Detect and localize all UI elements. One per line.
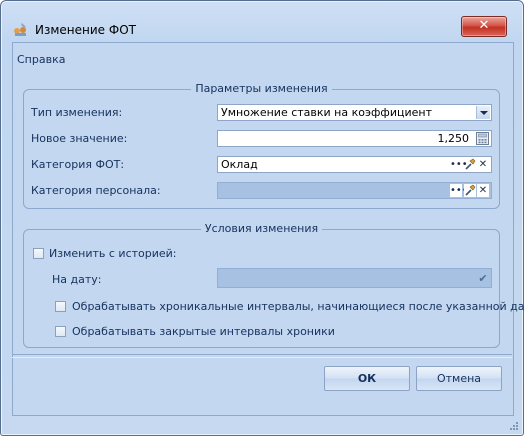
new-value-label: Новое значение:	[31, 132, 128, 145]
check-icon[interactable]: ✔	[477, 271, 489, 286]
process-after-label[interactable]: Обрабатывать хроникальные интервалы, нач…	[72, 300, 524, 313]
staff-category-label: Категория персонала:	[31, 184, 161, 197]
date-input[interactable]: ✔	[217, 268, 492, 288]
pick-tool-icon[interactable]	[464, 158, 476, 171]
resize-grip-icon[interactable]	[509, 421, 519, 431]
conditions-group-caption: Условия изменения	[200, 222, 323, 235]
calculator-icon[interactable]	[475, 132, 490, 145]
footer-separator	[12, 354, 512, 358]
new-value-input[interactable]: 1,250	[217, 130, 492, 147]
params-group-caption: Параметры изменения	[191, 82, 332, 95]
fot-category-input[interactable]: Оклад ••• ✕	[217, 156, 492, 173]
change-type-select[interactable]: Умножение ставки на коэффициент	[217, 104, 492, 121]
date-label: На дату:	[52, 273, 102, 286]
window-title: Изменение ФОТ	[35, 23, 136, 37]
process-closed-checkbox[interactable]	[55, 326, 66, 337]
help-link[interactable]: Справка	[17, 53, 65, 66]
clear-x-icon[interactable]: ✕	[477, 158, 489, 171]
ok-button[interactable]: ОК	[324, 366, 410, 391]
process-after-checkbox[interactable]	[55, 301, 66, 312]
staff-category-input[interactable]: ••• ✕	[217, 182, 492, 199]
change-type-value: Умножение ставки на коэффициент	[221, 106, 432, 119]
change-type-label: Тип изменения:	[31, 106, 123, 119]
pick-tool-icon[interactable]	[464, 184, 476, 197]
title-bar[interactable]: Изменение ФОТ ✕	[1, 1, 523, 37]
app-icon	[14, 23, 26, 36]
clear-x-icon[interactable]: ✕	[477, 184, 489, 197]
close-button[interactable]: ✕	[461, 16, 507, 37]
chevron-down-icon[interactable]	[476, 106, 490, 119]
fot-category-label: Категория ФОТ:	[31, 158, 125, 171]
cancel-button[interactable]: Отмена	[416, 366, 502, 391]
ellipsis-icon[interactable]: •••	[450, 184, 468, 197]
process-closed-label[interactable]: Обрабатывать закрытые интервалы хроники	[72, 325, 335, 338]
fot-category-value: Оклад	[221, 158, 258, 171]
ellipsis-icon[interactable]: •••	[450, 158, 468, 171]
history-checkbox[interactable]	[33, 248, 44, 259]
new-value-text: 1,250	[437, 132, 470, 145]
close-icon: ✕	[478, 18, 490, 33]
history-checkbox-label[interactable]: Изменить с историей:	[49, 247, 177, 260]
